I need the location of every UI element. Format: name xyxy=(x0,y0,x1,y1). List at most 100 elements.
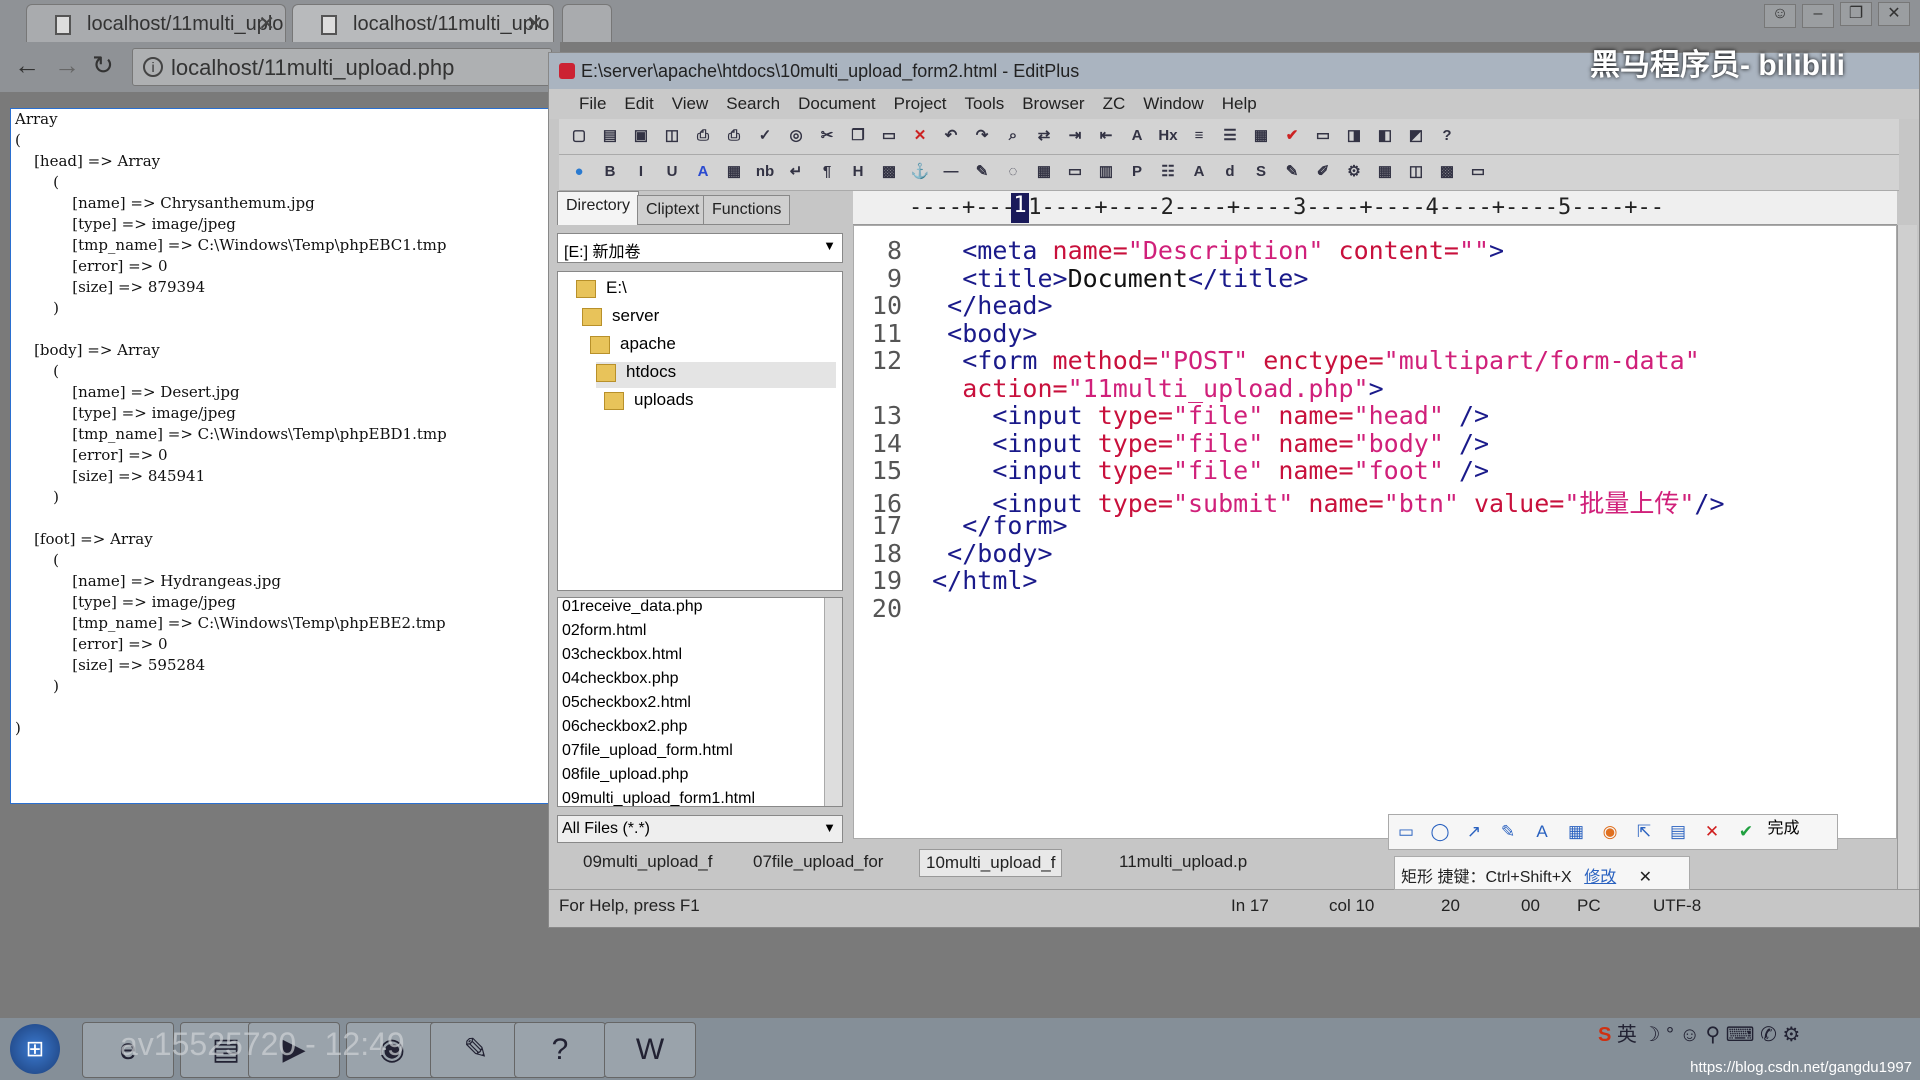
list-item[interactable]: 04checkbox.php xyxy=(558,670,842,694)
menu-browser[interactable]: Browser xyxy=(1013,89,1093,114)
font-color-icon[interactable]: A xyxy=(691,160,715,184)
color-picker-icon[interactable]: ▩ xyxy=(1435,160,1459,184)
export-icon[interactable]: ⇱ xyxy=(1631,819,1657,845)
nbsp-icon[interactable]: nb xyxy=(753,160,777,184)
span-icon[interactable]: S xyxy=(1249,160,1273,184)
rectangle-icon[interactable]: ▭ xyxy=(1393,819,1419,845)
list-item[interactable]: 08file_upload.php xyxy=(558,766,842,790)
list-item[interactable]: 06checkbox2.php xyxy=(558,718,842,742)
reload-icon[interactable]: ↻ xyxy=(92,50,114,81)
menu-search[interactable]: Search xyxy=(717,89,789,114)
address-input[interactable]: i localhost/11multi_upload.php xyxy=(132,48,552,86)
split-icon[interactable]: ◨ xyxy=(1342,124,1366,148)
close-icon[interactable]: ✕ xyxy=(526,11,543,36)
save-icon[interactable]: ▣ xyxy=(629,124,653,148)
cascade-icon[interactable]: ◩ xyxy=(1404,124,1428,148)
font-icon[interactable]: A xyxy=(1125,124,1149,148)
mosaic-icon[interactable]: ▦ xyxy=(1563,819,1589,845)
start-button[interactable]: ⊞ xyxy=(10,1024,60,1074)
window-icon[interactable]: ▭ xyxy=(1311,124,1335,148)
line-number-icon[interactable]: ☰ xyxy=(1218,124,1242,148)
menu-edit[interactable]: Edit xyxy=(615,89,662,114)
brush-icon[interactable]: ✎ xyxy=(1495,819,1521,845)
paste-icon[interactable]: ▭ xyxy=(877,124,901,148)
editor-scrollbar[interactable] xyxy=(1897,225,1917,905)
list-item[interactable]: 05checkbox2.html xyxy=(558,694,842,718)
style-icon[interactable]: ✐ xyxy=(1311,160,1335,184)
code-editor[interactable]: 8 <meta name="Description" content=""> 9 … xyxy=(853,225,1897,839)
tree-node[interactable]: E:\ xyxy=(576,278,627,304)
toolbar-icon[interactable]: ⚙ xyxy=(1342,160,1366,184)
close-window-icon[interactable]: ✕ xyxy=(1878,2,1910,26)
tree-node[interactable]: uploads xyxy=(604,390,694,416)
tab-directory[interactable]: Directory xyxy=(557,191,640,225)
maximize-icon[interactable]: ❐ xyxy=(1840,2,1872,26)
tree-node-selected[interactable]: htdocs xyxy=(596,362,836,388)
minimize-icon[interactable]: – xyxy=(1802,4,1834,28)
script-icon[interactable]: ✎ xyxy=(1280,160,1304,184)
underline-icon[interactable]: U xyxy=(660,160,684,184)
color-grid-icon[interactable]: ▦ xyxy=(722,160,746,184)
list-item[interactable]: 02form.html xyxy=(558,622,842,646)
cancel-icon[interactable]: ✕ xyxy=(1699,819,1725,845)
palette-icon[interactable]: ◉ xyxy=(1597,819,1623,845)
div-icon[interactable]: d xyxy=(1218,160,1242,184)
hr-icon[interactable]: ― xyxy=(939,160,963,184)
anchor-icon[interactable]: ⚓ xyxy=(908,160,932,184)
open-icon[interactable]: ▤ xyxy=(598,124,622,148)
find-icon[interactable]: ⌕ xyxy=(1001,124,1025,148)
print-icon[interactable]: ⎙ xyxy=(722,124,746,148)
view-icon[interactable]: ▭ xyxy=(1466,160,1490,184)
browser-icon[interactable]: ◎ xyxy=(784,124,808,148)
replace-icon[interactable]: ⇄ xyxy=(1032,124,1056,148)
indent-icon[interactable]: ⇤ xyxy=(1094,124,1118,148)
image-icon[interactable]: ▩ xyxy=(877,160,901,184)
back-icon[interactable]: ← xyxy=(14,50,40,81)
ruler-icon[interactable]: ▦ xyxy=(1249,124,1273,148)
save-all-icon[interactable]: ◫ xyxy=(660,124,684,148)
tab-cliptext[interactable]: Cliptext xyxy=(637,195,709,225)
globe-icon[interactable]: ● xyxy=(567,160,591,184)
text-tool-icon[interactable]: A xyxy=(1529,819,1555,845)
close-icon[interactable]: ✕ xyxy=(258,11,275,36)
edit-icon[interactable]: ✎ xyxy=(970,160,994,184)
list-item[interactable]: 03checkbox.html xyxy=(558,646,842,670)
redo-icon[interactable]: ↷ xyxy=(970,124,994,148)
undo-icon[interactable]: ↶ xyxy=(939,124,963,148)
paragraph-icon[interactable]: ¶ xyxy=(815,160,839,184)
new-file-icon[interactable]: ▢ xyxy=(567,124,591,148)
br-icon[interactable]: ↵ xyxy=(784,160,808,184)
tab-functions[interactable]: Functions xyxy=(703,195,791,225)
menu-project[interactable]: Project xyxy=(885,89,956,114)
ime-icon[interactable]: S xyxy=(1598,1024,1611,1046)
delete-icon[interactable]: ✕ xyxy=(908,124,932,148)
menu-tools[interactable]: Tools xyxy=(956,89,1014,114)
close-icon[interactable]: ✕ xyxy=(1639,869,1652,886)
arrow-icon[interactable]: ↗ xyxy=(1461,819,1487,845)
doc-tab[interactable]: 07file_upload_for xyxy=(747,849,889,877)
tile-icon[interactable]: ◧ xyxy=(1373,124,1397,148)
new-tab-button[interactable] xyxy=(562,4,612,42)
table-icon[interactable]: ▦ xyxy=(1032,160,1056,184)
list-icon[interactable]: ☷ xyxy=(1156,160,1180,184)
forward-icon[interactable]: → xyxy=(54,50,80,81)
doc-tab[interactable]: 11multi_upload.p xyxy=(1113,849,1253,877)
doc-tab[interactable]: 09multi_upload_f xyxy=(577,849,718,877)
menu-zc[interactable]: ZC xyxy=(1094,89,1135,114)
menu-file[interactable]: File xyxy=(549,89,615,114)
list-item[interactable]: 09multi_upload_form1.html xyxy=(558,790,842,806)
heading-icon[interactable]: H xyxy=(846,160,870,184)
comment-icon[interactable]: ◌ xyxy=(1001,160,1025,184)
frame-icon[interactable]: ▥ xyxy=(1094,160,1118,184)
wrap-icon[interactable]: ≡ xyxy=(1187,124,1211,148)
form-icon[interactable]: ▭ xyxy=(1063,160,1087,184)
tip-link[interactable]: 修改 xyxy=(1584,869,1616,886)
user-icon[interactable]: ☺ xyxy=(1764,4,1796,28)
text-icon[interactable]: A xyxy=(1187,160,1211,184)
check-icon[interactable]: ✔ xyxy=(1280,124,1304,148)
save-snip-icon[interactable]: ▤ xyxy=(1665,819,1691,845)
help-icon[interactable]: ? xyxy=(1435,124,1459,148)
tree-node[interactable]: server xyxy=(582,306,659,332)
done-button[interactable]: 完成 xyxy=(1767,820,1799,837)
browser-preview-icon[interactable]: ◫ xyxy=(1404,160,1428,184)
